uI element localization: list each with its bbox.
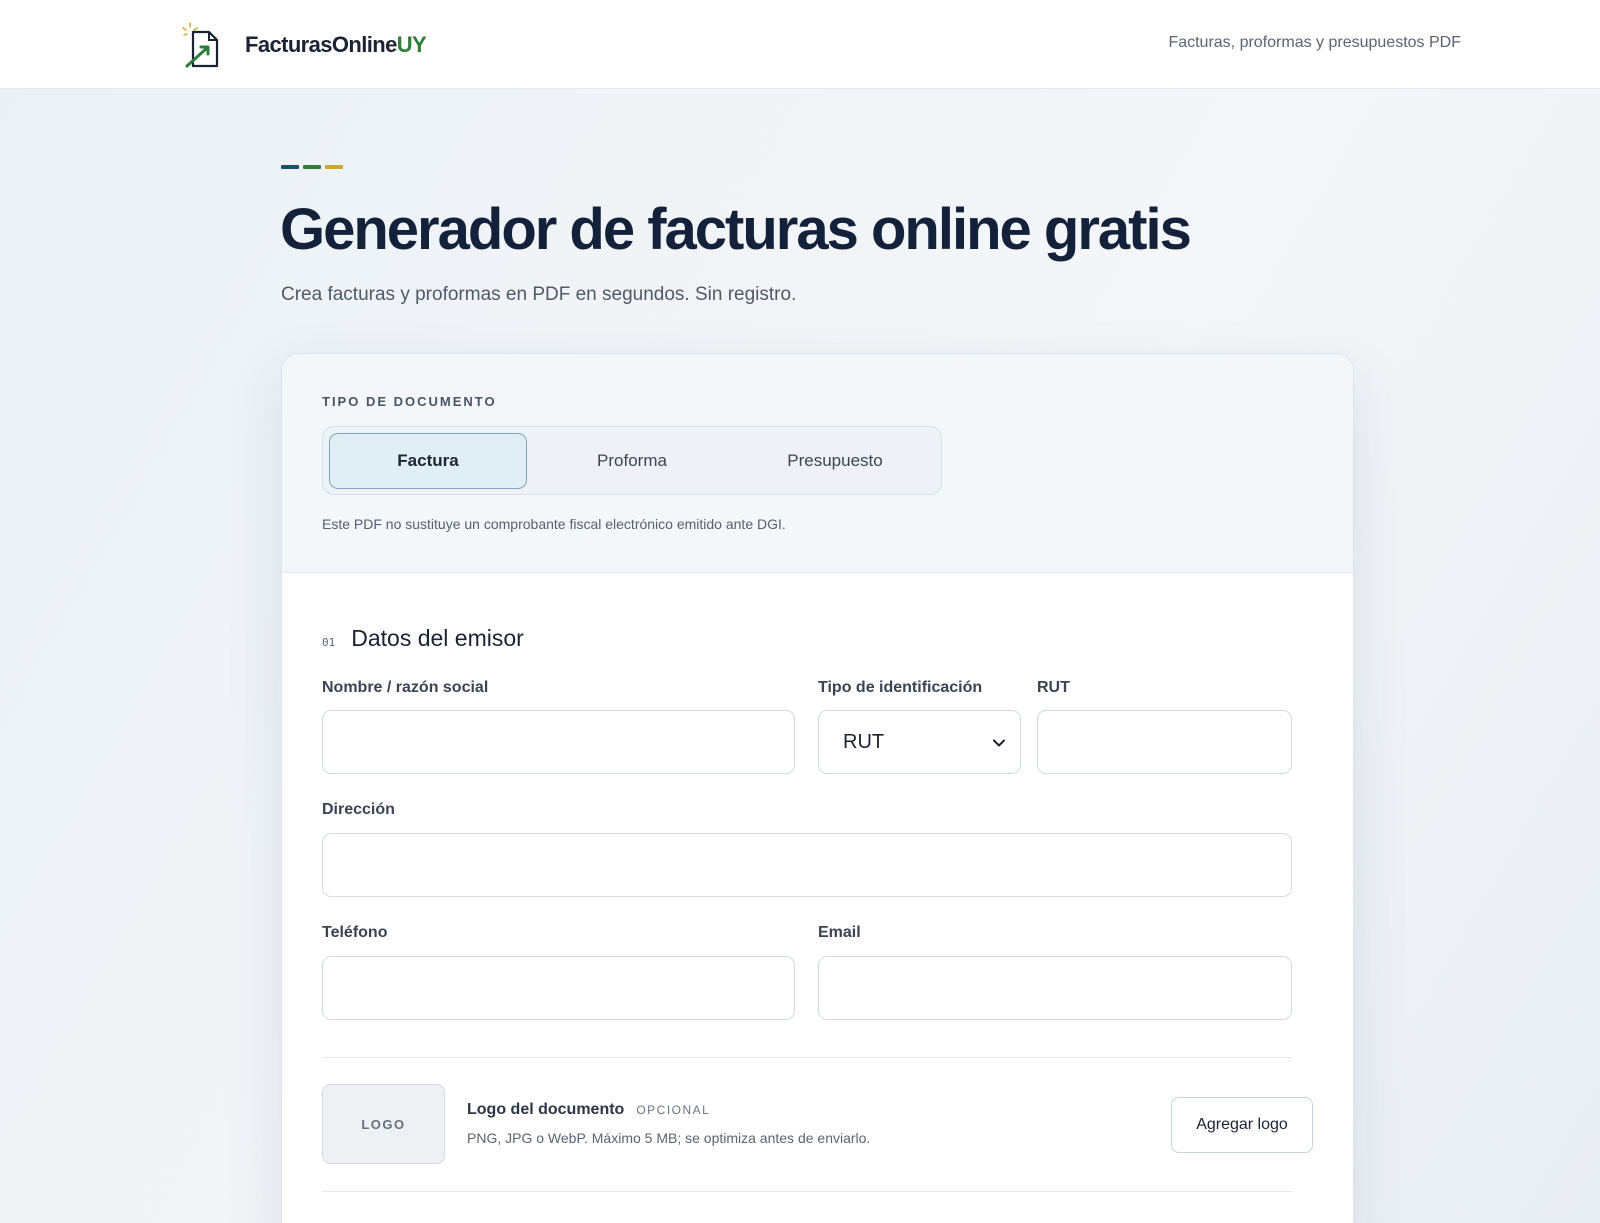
- tab-factura[interactable]: Factura: [329, 433, 527, 489]
- fiscal-disclaimer: Este PDF no sustituye un comprobante fis…: [322, 516, 786, 532]
- brand-logo-link[interactable]: FacturasOnlineUY: [181, 20, 427, 70]
- accent-dashes: [281, 165, 343, 169]
- email-input[interactable]: [818, 956, 1292, 1020]
- address-input[interactable]: [322, 833, 1292, 897]
- page-title: Generador de facturas online gratis: [280, 197, 1192, 262]
- document-type-selector: Factura Proforma Presupuesto: [322, 426, 942, 495]
- add-logo-button[interactable]: Agregar logo: [1171, 1097, 1313, 1153]
- id-type-select[interactable]: RUT: [818, 710, 1021, 774]
- accent-dash: [303, 165, 321, 169]
- chevron-down-icon: [992, 733, 1006, 747]
- divider: [322, 1057, 1292, 1058]
- email-label: Email: [818, 924, 861, 941]
- accent-dash: [325, 165, 343, 169]
- logo-title: Logo del documento: [467, 1101, 625, 1118]
- brand-name: FacturasOnlineUY: [245, 32, 427, 58]
- logo-heading: Logo del documento OPCIONAL: [467, 1101, 710, 1119]
- name-label: Nombre / razón social: [322, 679, 489, 696]
- issuer-section-heading: 01 Datos del emisor: [322, 625, 524, 652]
- brand-name-accent: UY: [396, 32, 427, 57]
- name-input[interactable]: [322, 710, 795, 774]
- page-subtitle: Crea facturas y proformas en PDF en segu…: [281, 284, 797, 305]
- invoice-form-card: TIPO DE DOCUMENTO Factura Proforma Presu…: [281, 353, 1354, 1223]
- rut-input[interactable]: [1037, 710, 1292, 774]
- tab-presupuesto[interactable]: Presupuesto: [736, 433, 934, 489]
- id-type-label: Tipo de identificación: [818, 679, 983, 696]
- document-type-label: TIPO DE DOCUMENTO: [322, 394, 497, 409]
- id-type-selected-value: RUT: [843, 730, 885, 753]
- address-label: Dirección: [322, 801, 395, 818]
- logo-placeholder[interactable]: LOGO: [322, 1084, 445, 1164]
- header-tagline: Facturas, proformas y presupuestos PDF: [1168, 34, 1461, 51]
- accent-dash: [281, 165, 299, 169]
- document-type-section: TIPO DE DOCUMENTO Factura Proforma Presu…: [282, 354, 1353, 573]
- section-number: 01: [322, 636, 336, 649]
- optional-badge: OPCIONAL: [636, 1103, 711, 1117]
- top-bar: FacturasOnlineUY Facturas, proformas y p…: [0, 0, 1600, 89]
- rut-label: RUT: [1037, 679, 1070, 696]
- document-arrow-icon: [181, 20, 225, 70]
- phone-input[interactable]: [322, 956, 795, 1020]
- section-title: Datos del emisor: [351, 625, 524, 651]
- divider: [322, 1191, 1292, 1192]
- brand-name-main: FacturasOnline: [245, 32, 397, 57]
- phone-label: Teléfono: [322, 924, 388, 941]
- logo-hint: PNG, JPG o WebP. Máximo 5 MB; se optimiz…: [467, 1130, 871, 1146]
- tab-proforma[interactable]: Proforma: [533, 433, 731, 489]
